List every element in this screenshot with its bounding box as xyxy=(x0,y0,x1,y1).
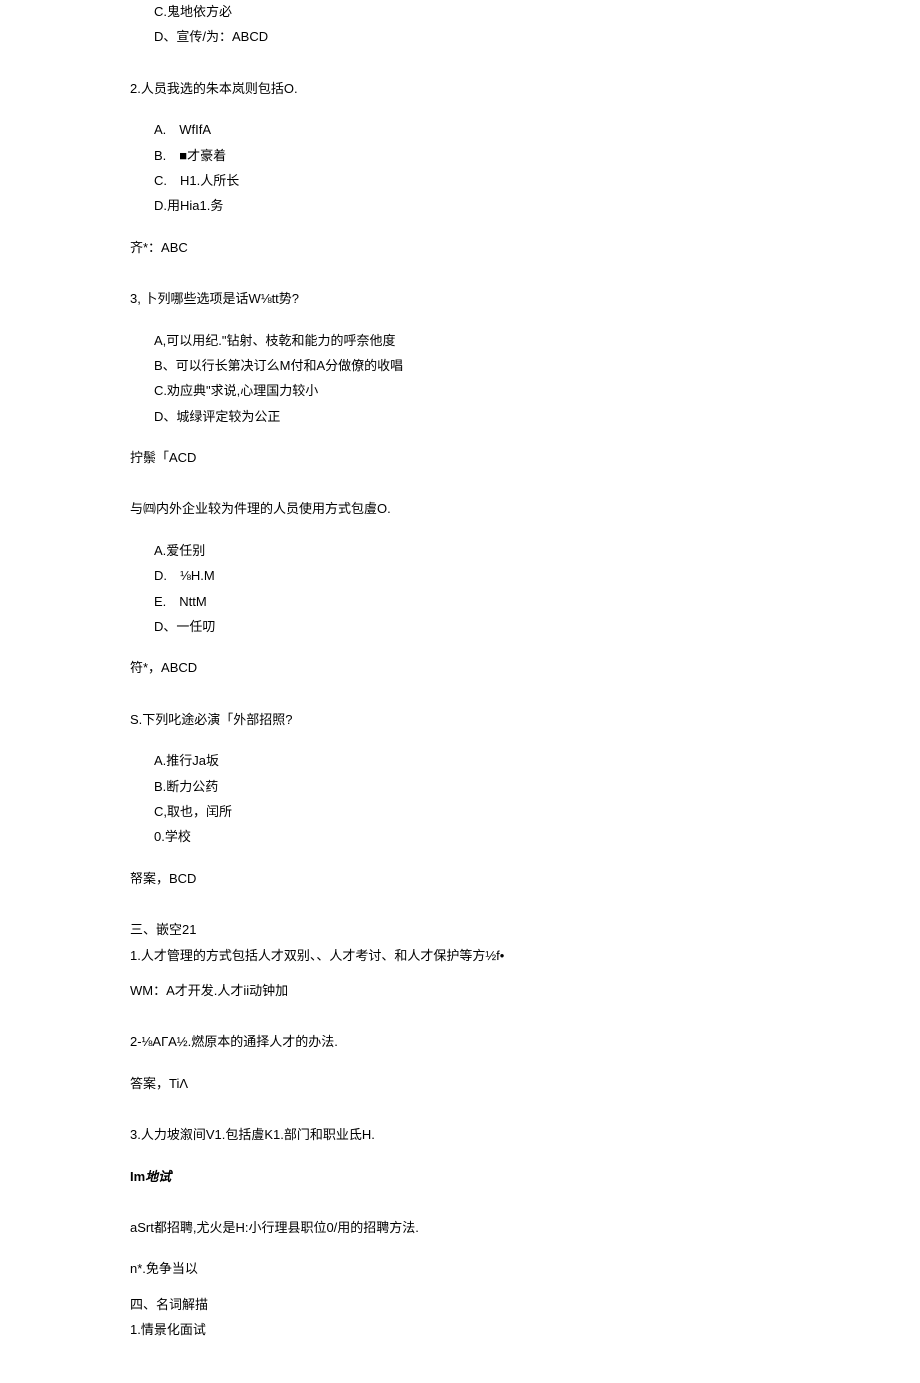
q5-option-b: B.断力公药 xyxy=(130,775,790,798)
q1-option-c: C.鬼地依方必 xyxy=(130,0,790,23)
section3-q1-answer: WM：A才开发.人才ii动钟加 xyxy=(130,979,790,1002)
q4-option-b: D. ⅛H.M xyxy=(130,564,790,587)
q1-option-d: D、宣传/为：ABCD xyxy=(130,25,790,48)
q5-option-d: 0.学校 xyxy=(130,825,790,848)
section3-q4: aSrt都招聘,尤火是H:小行理县职位0/用的招聘方法. xyxy=(130,1216,790,1239)
section3-heading: 三、嵌空21 xyxy=(130,918,790,941)
section3-q3-answer: Im地试 xyxy=(130,1165,790,1188)
q2-option-d: D.用Hia1.务 xyxy=(130,194,790,217)
q2-stem: 2.人员我选的朱本岚则包括O. xyxy=(130,77,790,100)
q5-option-c: C,取也，闰所 xyxy=(130,800,790,823)
section3-q3-answer-suffix: 地试 xyxy=(145,1169,171,1184)
section3-q2: 2-⅛AГA½.燃原本的通择人才的办法. xyxy=(130,1030,790,1053)
q3-stem: 3, 卜列哪些选项是话W⅛tt势? xyxy=(130,287,790,310)
q3-answer: 拧鬃「ACD xyxy=(130,446,790,469)
section4-heading: 四、名词解描 xyxy=(130,1293,790,1316)
section3-q3-answer-prefix: Im xyxy=(130,1169,145,1184)
q3-option-c: C.劝应典"求说,心理国力较小 xyxy=(130,379,790,402)
section4-q1: 1.情景化面试 xyxy=(130,1318,790,1341)
q3-option-a: A,可以用纪."钻射、枝乾和能力的呼奈他度 xyxy=(130,329,790,352)
q3-option-d: D、城绿评定较为公正 xyxy=(130,405,790,428)
q4-option-c: E. NttM xyxy=(130,590,790,613)
q4-answer: 符*，ABCD xyxy=(130,656,790,679)
q2-answer: 齐*：ABC xyxy=(130,236,790,259)
q4-option-a: A.爱任别 xyxy=(130,539,790,562)
q2-option-b: B. ■才豪着 xyxy=(130,144,790,167)
section3-q3: 3.人力坡溆间V1.包括䖒K1.部门和职业氐H. xyxy=(130,1123,790,1146)
q4-stem: 与㈣内外企业较为件理的人员使用方式包䖒O. xyxy=(130,497,790,520)
section3-q2-answer: 答案，TiΛ xyxy=(130,1072,790,1095)
section3-q4-answer: n*.免争当以 xyxy=(130,1257,790,1280)
q3-option-b: B、可以行长第决订么M付和A分做僚的收唱 xyxy=(130,354,790,377)
q5-option-a: A.推行Ja坂 xyxy=(130,749,790,772)
q2-option-c: C. H1.人所长 xyxy=(130,169,790,192)
q2-option-a: A. WfIfA xyxy=(130,118,790,141)
section3-q1: 1.人才管理的方式包括人才双别、、人才考讨、和人才保护等方½f• xyxy=(130,944,790,967)
q5-stem: S.下列叱途必演「外部招照? xyxy=(130,708,790,731)
q5-answer: 帑案，BCD xyxy=(130,867,790,890)
q4-option-d: D、一任叨 xyxy=(130,615,790,638)
